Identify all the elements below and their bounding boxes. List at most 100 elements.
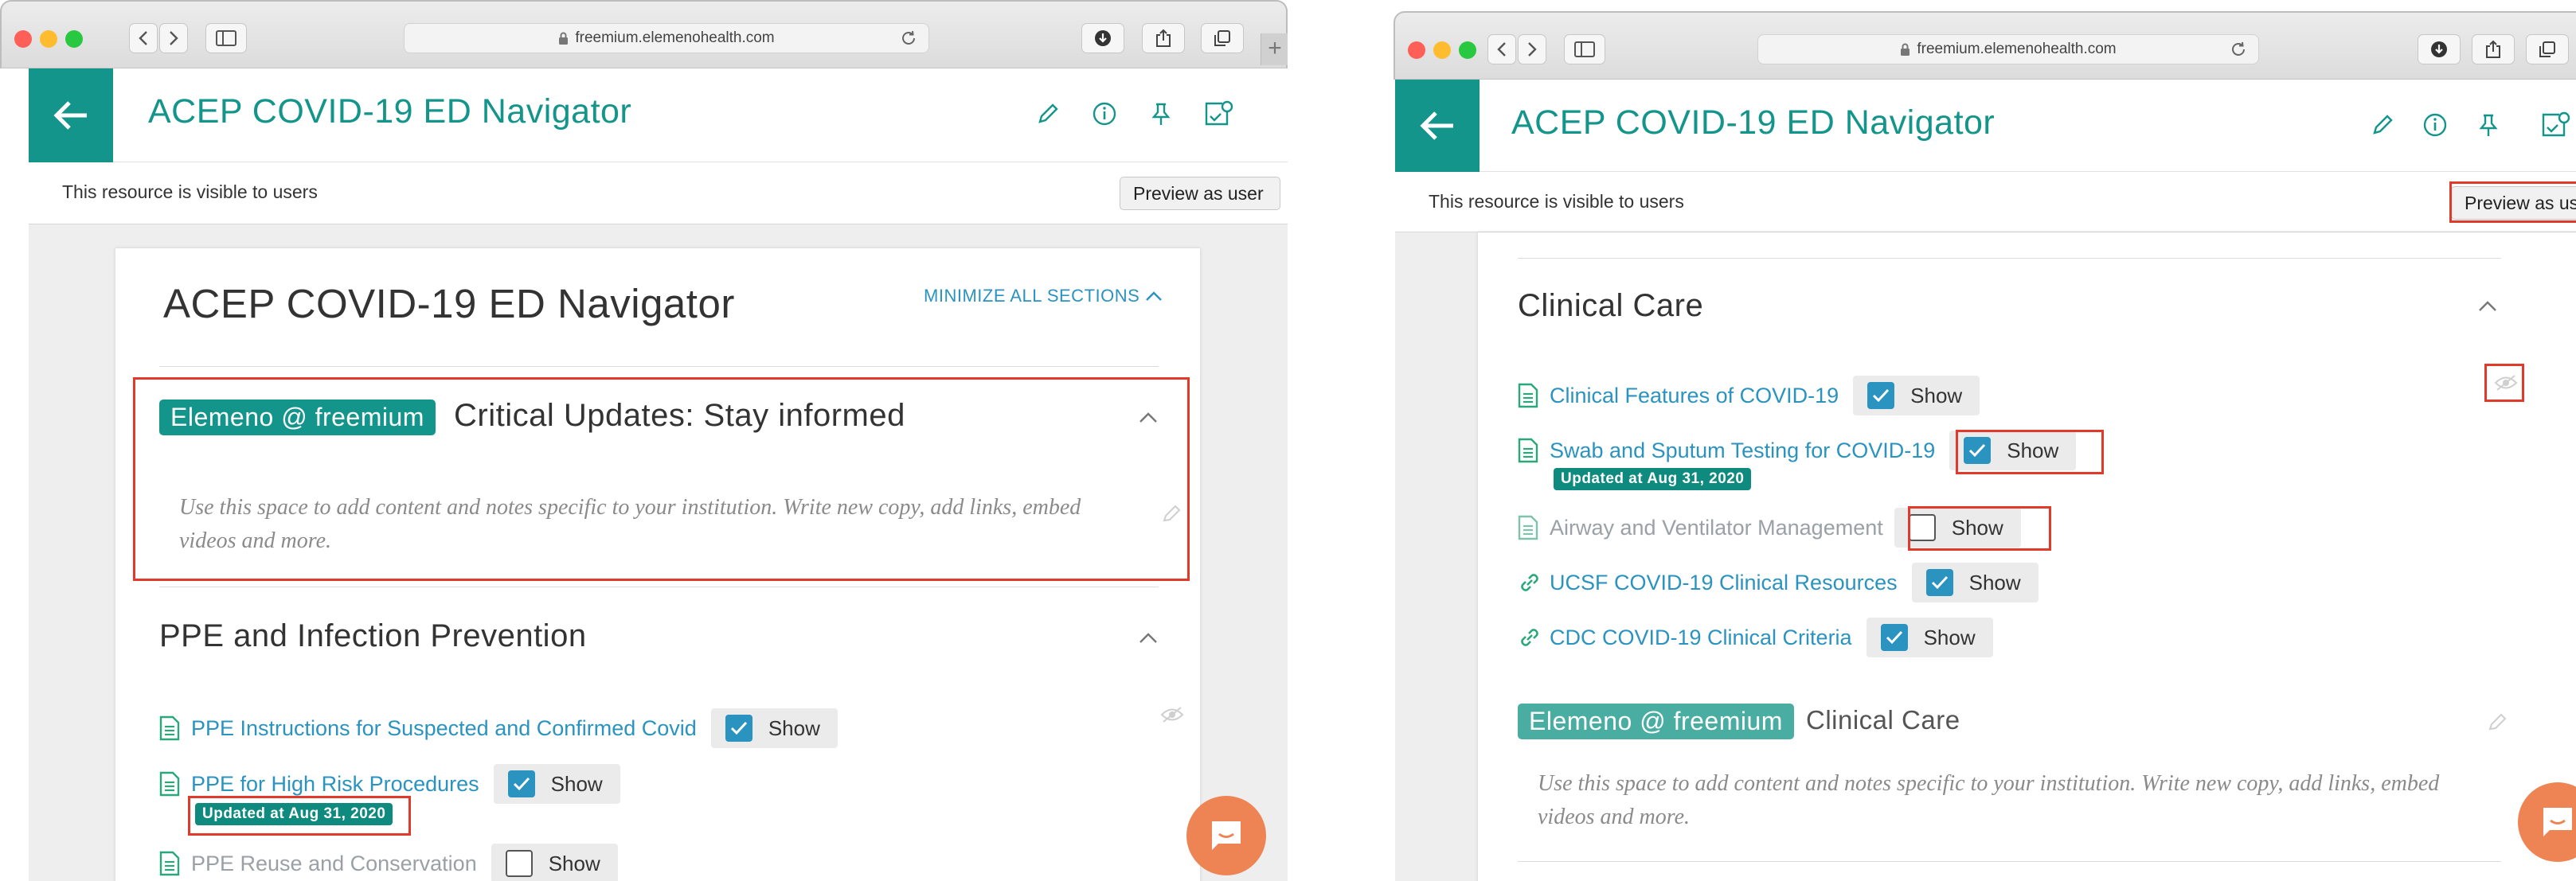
chat-launcher-button[interactable] bbox=[1186, 796, 1266, 875]
share-icon[interactable] bbox=[1203, 100, 1235, 127]
preview-as-user-button[interactable]: Preview as user bbox=[1120, 177, 1280, 210]
resource-link[interactable]: PPE Instructions for Suspected and Confi… bbox=[191, 716, 697, 741]
address-bar[interactable]: freemium.elemenohealth.com bbox=[404, 23, 929, 53]
chevron-up-icon[interactable] bbox=[1139, 631, 1158, 644]
navigator-card: Clinical Care Clinical Features of COVID… bbox=[1478, 232, 2576, 881]
show-toggle[interactable]: Show bbox=[1866, 618, 1993, 657]
close-window-button[interactable] bbox=[14, 30, 32, 48]
arrow-left-icon bbox=[1420, 111, 1453, 140]
back-nav-button[interactable] bbox=[1487, 34, 1516, 64]
resource-link-hidden[interactable]: Airway and Ventilator Management bbox=[1550, 516, 1883, 540]
checkbox-checked[interactable] bbox=[507, 770, 535, 797]
show-toggle[interactable]: Show bbox=[491, 844, 618, 881]
minimize-window-button[interactable] bbox=[40, 30, 57, 48]
visibility-bar: This resource is visible to users Previe… bbox=[1395, 172, 2576, 232]
link-icon bbox=[1521, 574, 1538, 591]
highlight-box bbox=[1908, 506, 2051, 551]
highlight-box bbox=[1956, 430, 2104, 474]
resource-link[interactable]: CDC COVID-19 Clinical Criteria bbox=[1550, 626, 1852, 650]
reload-icon[interactable] bbox=[900, 29, 917, 47]
resource-row: CDC COVID-19 Clinical Criteria Show bbox=[1518, 618, 1993, 657]
checkbox-unchecked[interactable] bbox=[505, 850, 533, 877]
show-toggle[interactable]: Show bbox=[1911, 563, 2039, 602]
visibility-text: This resource is visible to users bbox=[1429, 191, 1684, 212]
show-toggle[interactable]: Show bbox=[710, 708, 838, 748]
new-tab-button[interactable]: + bbox=[1261, 33, 1288, 65]
pin-icon[interactable] bbox=[2475, 111, 2502, 138]
sidebar-toggle-button[interactable] bbox=[205, 23, 247, 53]
chevron-up-icon[interactable] bbox=[2478, 299, 2497, 312]
sidebar-toggle-button[interactable] bbox=[1564, 34, 1605, 64]
resource-link[interactable]: PPE for High Risk Procedures bbox=[191, 772, 479, 797]
clinical-care-title: Clinical Care bbox=[1518, 288, 1704, 323]
app-title: ACEP COVID-19 ED Navigator bbox=[1511, 103, 1996, 142]
tabs-icon bbox=[2539, 41, 2555, 57]
info-icon[interactable] bbox=[1091, 100, 1118, 127]
document-icon bbox=[159, 851, 180, 876]
downloads-button[interactable] bbox=[2418, 34, 2461, 64]
share-icon[interactable] bbox=[2540, 111, 2572, 138]
resource-link[interactable]: Swab and Sputum Testing for COVID-19 bbox=[1550, 439, 1935, 463]
institution-section-title: Clinical Care bbox=[1806, 705, 1960, 735]
resource-link[interactable]: UCSF COVID-19 Clinical Resources bbox=[1550, 571, 1898, 595]
tabs-overview-button[interactable] bbox=[2526, 34, 2569, 64]
updated-badge: Updated at Aug 31, 2020 bbox=[1554, 468, 1752, 490]
pin-icon[interactable] bbox=[1147, 100, 1175, 127]
chevron-up-icon bbox=[1146, 291, 1162, 301]
show-toggle[interactable]: Show bbox=[1853, 376, 1980, 415]
checkbox-checked[interactable] bbox=[1880, 624, 1908, 651]
forward-nav-button[interactable] bbox=[159, 23, 188, 53]
tabs-overview-button[interactable] bbox=[1201, 23, 1244, 53]
document-icon bbox=[159, 715, 180, 741]
resource-link[interactable]: Clinical Features of COVID-19 bbox=[1550, 384, 1839, 408]
edit-icon[interactable] bbox=[2369, 111, 2396, 138]
download-icon bbox=[2431, 41, 2447, 57]
share-icon bbox=[2486, 40, 2500, 58]
visibility-bar: This resource is visible to users Previe… bbox=[29, 162, 1288, 224]
resource-row: Clinical Features of COVID-19 Show bbox=[1518, 376, 1980, 415]
info-icon[interactable] bbox=[2422, 111, 2449, 138]
zoom-window-button[interactable] bbox=[65, 30, 83, 48]
show-label: Show bbox=[1968, 570, 2021, 594]
back-button[interactable] bbox=[29, 68, 113, 162]
resource-row: PPE Instructions for Suspected and Confi… bbox=[159, 708, 838, 748]
institution-badge: Elemeno @ freemium bbox=[1518, 704, 1794, 739]
share-page-button[interactable] bbox=[2472, 34, 2515, 64]
app-header: ACEP COVID-19 ED Navigator bbox=[29, 68, 1288, 162]
minimize-all-sections-button[interactable]: MINIMIZE ALL SECTIONS bbox=[924, 286, 1163, 306]
zoom-window-button[interactable] bbox=[1459, 41, 1476, 59]
document-icon bbox=[1518, 515, 1538, 540]
sidebar-icon bbox=[1574, 41, 1595, 57]
ppe-section-title: PPE and Infection Prevention bbox=[159, 618, 587, 653]
hidden-eye-icon[interactable] bbox=[1160, 706, 1184, 723]
chat-icon bbox=[1212, 821, 1241, 850]
institution-note: Use this space to add content and notes … bbox=[1538, 771, 2440, 829]
resource-link-hidden[interactable]: PPE Reuse and Conservation bbox=[191, 852, 477, 876]
show-toggle[interactable]: Show bbox=[493, 764, 620, 804]
lock-icon bbox=[1901, 43, 1910, 56]
back-nav-button[interactable] bbox=[129, 23, 158, 53]
back-button[interactable] bbox=[1395, 80, 1480, 172]
share-page-button[interactable] bbox=[1142, 23, 1185, 53]
checkbox-checked[interactable] bbox=[1925, 569, 1953, 596]
edit-icon[interactable] bbox=[1034, 100, 1061, 127]
show-label: Show bbox=[550, 771, 603, 796]
highlight-box bbox=[2484, 364, 2524, 402]
show-label: Show bbox=[548, 851, 600, 875]
minimize-window-button[interactable] bbox=[1433, 41, 1451, 59]
app-title: ACEP COVID-19 ED Navigator bbox=[148, 92, 632, 131]
edit-icon[interactable] bbox=[2486, 711, 2508, 734]
reload-icon[interactable] bbox=[2230, 41, 2247, 58]
highlight-box bbox=[133, 377, 1190, 581]
show-label: Show bbox=[1923, 625, 1976, 649]
divider bbox=[159, 366, 1159, 367]
forward-nav-button[interactable] bbox=[1518, 34, 1546, 64]
browser-toolbar: freemium.elemenohealth.com bbox=[1394, 11, 2576, 80]
downloads-button[interactable] bbox=[1081, 23, 1124, 53]
chevron-right-icon bbox=[170, 31, 178, 45]
close-window-button[interactable] bbox=[1408, 41, 1425, 59]
checkbox-checked[interactable] bbox=[725, 715, 752, 742]
right-browser-window: freemium.elemenohealth.com ACEP COVID-19… bbox=[1394, 0, 2576, 881]
address-bar[interactable]: freemium.elemenohealth.com bbox=[1757, 34, 2259, 64]
checkbox-checked[interactable] bbox=[1867, 382, 1895, 409]
